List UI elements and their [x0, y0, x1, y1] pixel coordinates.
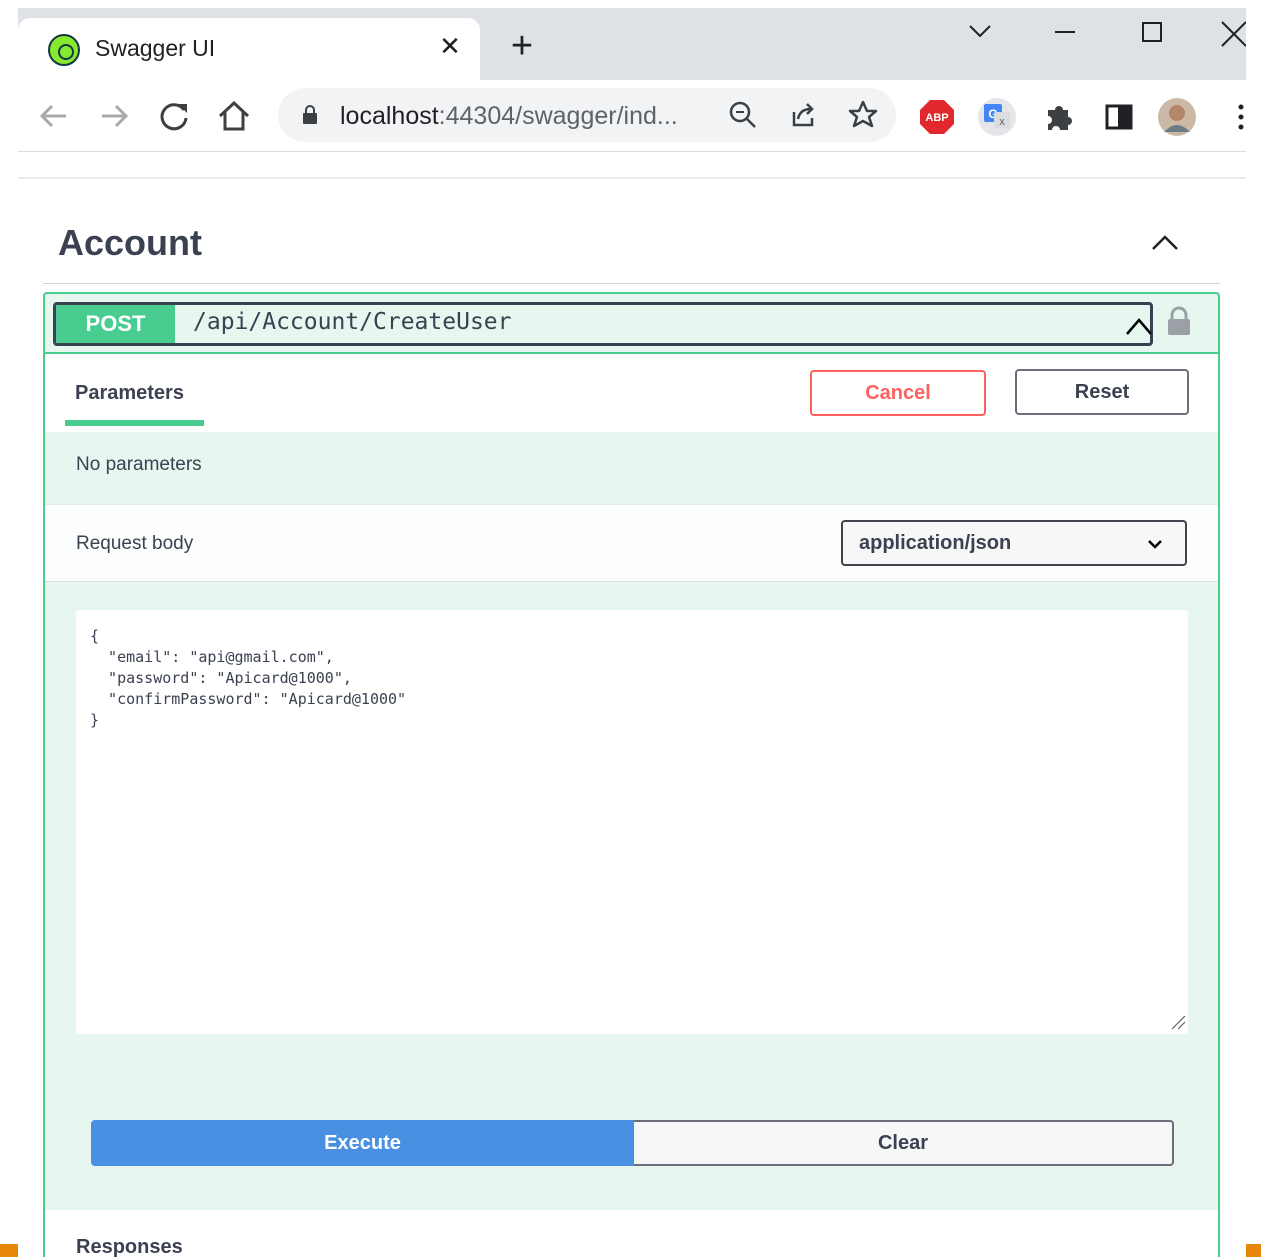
maximize-icon[interactable] — [1132, 12, 1172, 52]
page-divider — [18, 177, 1246, 179]
share-icon[interactable] — [786, 98, 820, 132]
zoom-icon[interactable] — [726, 98, 760, 132]
extensions-puzzle-icon[interactable] — [1040, 98, 1078, 136]
browser-toolbar: localhost:44304/swagger/ind... ABP G x — [18, 80, 1246, 152]
tag-collapse-chevron-icon[interactable] — [1146, 226, 1184, 260]
tab-parameters[interactable]: Parameters — [75, 382, 184, 405]
execute-button[interactable]: Execute — [91, 1120, 634, 1166]
operation-collapse-chevron-icon[interactable] — [1124, 313, 1154, 337]
content-type-select[interactable]: application/json — [841, 520, 1187, 566]
browser-tabstrip: Swagger UI ✕ + — [18, 8, 1246, 80]
operation-summary[interactable]: POST /api/Account/CreateUser — [53, 302, 1153, 346]
svg-text:ABP: ABP — [925, 112, 948, 124]
google-translate-icon[interactable]: G x — [978, 98, 1016, 136]
corner-accent-right — [1246, 1244, 1261, 1257]
corner-accent-left — [0, 1244, 18, 1257]
side-panel-icon[interactable] — [1100, 98, 1138, 136]
no-parameters-text: No parameters — [76, 454, 202, 475]
lock-icon[interactable] — [302, 104, 318, 124]
authorization-lock-icon[interactable] — [1167, 306, 1191, 336]
reload-icon[interactable] — [154, 96, 194, 136]
profile-avatar[interactable] — [1158, 98, 1196, 136]
chevron-down-icon — [1148, 540, 1162, 549]
request-body-code[interactable]: { "email": "api@gmail.com", "password": … — [90, 626, 406, 731]
request-body-editor[interactable]: { "email": "api@gmail.com", "password": … — [76, 610, 1188, 1034]
address-bar[interactable]: localhost:44304/swagger/ind... — [278, 88, 896, 142]
new-tab-icon[interactable]: + — [502, 26, 542, 66]
url-text[interactable]: localhost:44304/swagger/ind... — [340, 102, 678, 131]
window-close-icon[interactable] — [1212, 12, 1246, 52]
operation-block: POST /api/Account/CreateUser Parameters … — [43, 292, 1220, 1257]
endpoint-path: /api/Account/CreateUser — [193, 309, 512, 335]
method-badge: POST — [56, 305, 175, 343]
request-body-label: Request body — [76, 533, 194, 554]
adblock-plus-icon[interactable]: ABP — [918, 98, 956, 136]
tab-title: Swagger UI — [95, 35, 216, 61]
back-arrow-icon[interactable] — [34, 96, 74, 136]
reset-button[interactable]: Reset — [1015, 369, 1189, 415]
browser-tab[interactable]: Swagger UI ✕ — [18, 18, 480, 80]
resize-grip-icon[interactable] — [1170, 1014, 1186, 1030]
minimize-icon[interactable] — [1045, 12, 1085, 52]
svg-text:x: x — [999, 116, 1005, 128]
tag-title[interactable]: Account — [58, 222, 202, 264]
forward-arrow-icon[interactable] — [94, 96, 134, 136]
execute-wrapper: Execute Clear — [91, 1120, 1174, 1166]
menu-kebab-icon[interactable] — [1230, 98, 1246, 136]
tag-divider — [43, 283, 1220, 284]
cancel-button[interactable]: Cancel — [810, 370, 986, 416]
bookmark-star-icon[interactable] — [846, 98, 880, 132]
responses-section-header: Responses — [45, 1210, 1218, 1257]
active-tab-indicator — [65, 420, 204, 426]
parameters-section-header: Parameters Cancel Reset — [45, 354, 1218, 432]
swagger-favicon-icon — [48, 34, 80, 66]
responses-label: Responses — [76, 1236, 183, 1257]
home-icon[interactable] — [214, 96, 254, 136]
content-type-value: application/json — [859, 532, 1012, 554]
request-body-header: Request body application/json — [45, 504, 1218, 582]
clear-button[interactable]: Clear — [634, 1120, 1174, 1166]
tab-search-chevron-icon[interactable] — [960, 12, 1000, 52]
tab-close-icon[interactable]: ✕ — [434, 30, 466, 62]
